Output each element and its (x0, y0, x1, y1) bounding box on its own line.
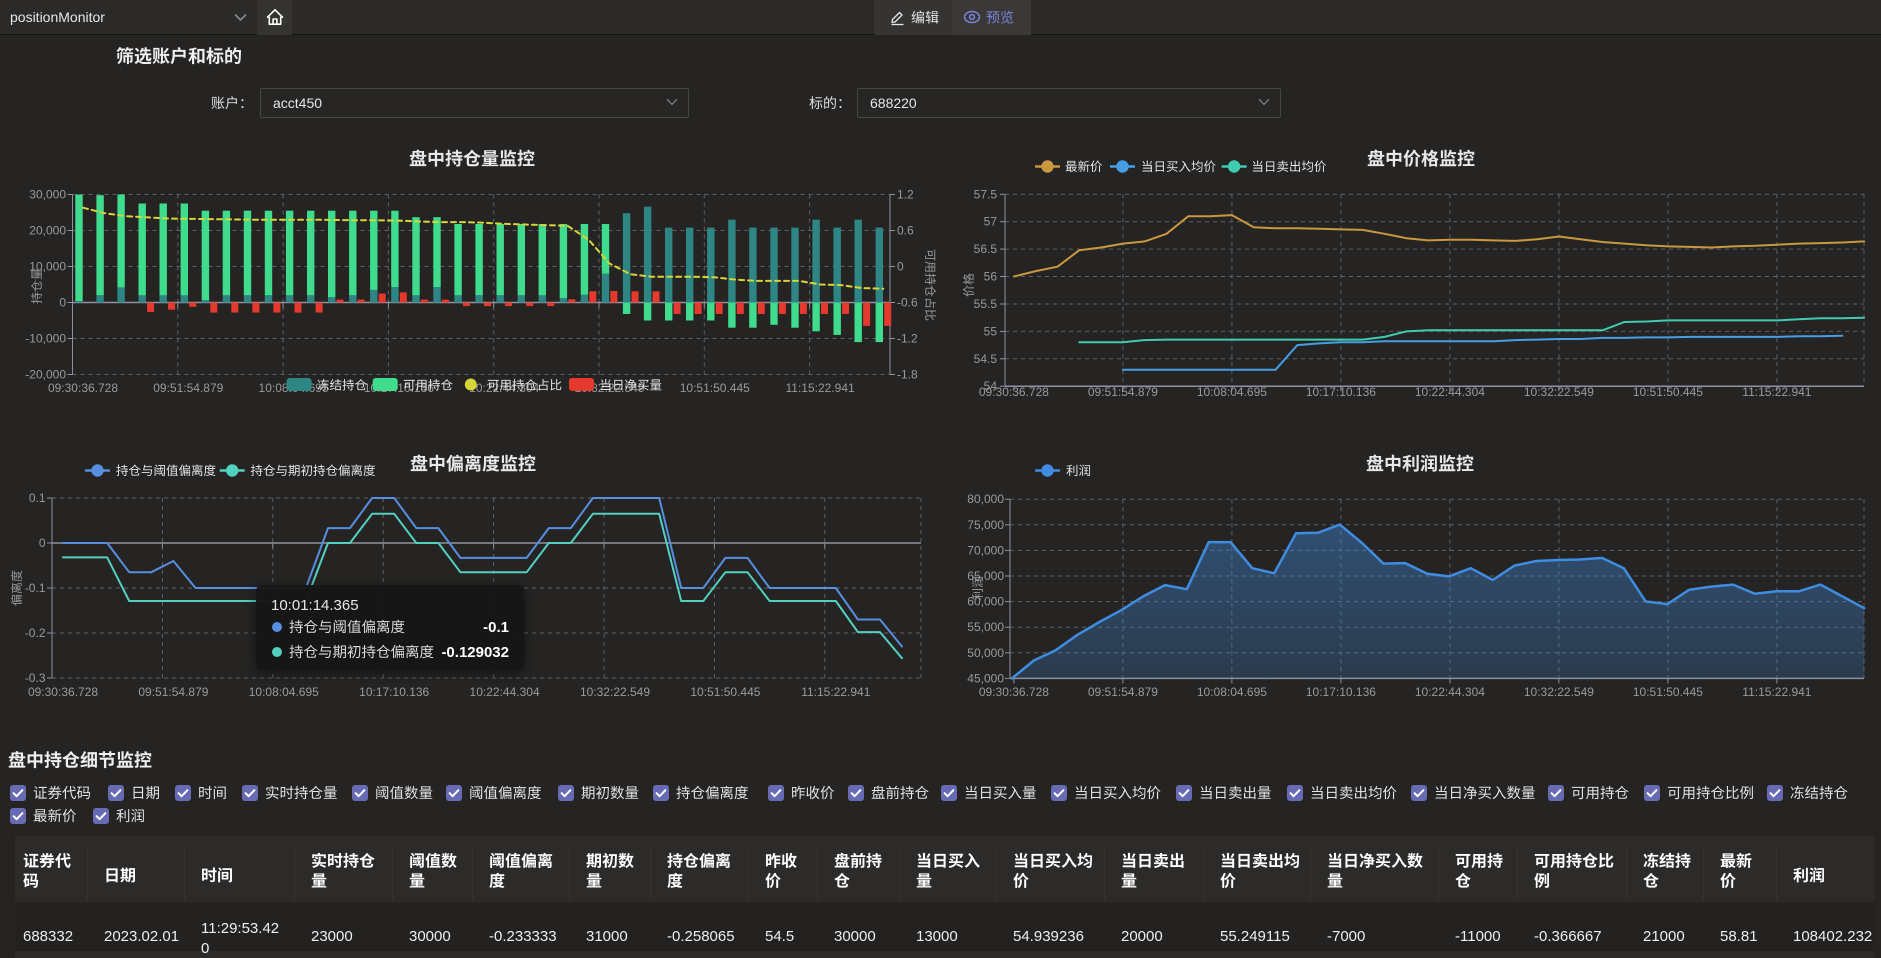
svg-text:56.5: 56.5 (974, 242, 998, 256)
svg-text:10:08:04.695: 10:08:04.695 (1197, 685, 1267, 699)
svg-text:10:08:04.695: 10:08:04.695 (249, 685, 319, 699)
svg-text:11:15:22.941: 11:15:22.941 (1742, 685, 1812, 699)
svg-text:30,000: 30,000 (29, 188, 66, 202)
svg-text:0: 0 (59, 296, 66, 310)
svg-text:-0.1: -0.1 (483, 619, 509, 636)
svg-text:09:30:36.728: 09:30:36.728 (48, 381, 118, 395)
svg-text:10:22:44.304: 10:22:44.304 (470, 685, 540, 699)
svg-text:10:08:04.695: 10:08:04.695 (1197, 385, 1267, 399)
svg-text:45,000: 45,000 (967, 671, 1004, 685)
svg-text:10:51:50.445: 10:51:50.445 (1633, 385, 1703, 399)
svg-text:09:51:54.879: 09:51:54.879 (1088, 385, 1158, 399)
svg-text:70,000: 70,000 (967, 543, 1004, 557)
svg-text:-0.129032: -0.129032 (441, 644, 509, 661)
svg-text:09:30:36.728: 09:30:36.728 (28, 685, 98, 699)
svg-text:11:15:22.941: 11:15:22.941 (801, 685, 871, 699)
svg-text:10:01:14.365: 10:01:14.365 (271, 597, 359, 614)
svg-text:20,000: 20,000 (29, 224, 66, 238)
svg-text:55.5: 55.5 (974, 297, 998, 311)
svg-text:09:51:54.879: 09:51:54.879 (1088, 685, 1158, 699)
svg-text:09:30:36.728: 09:30:36.728 (979, 685, 1049, 699)
svg-text:10:22:44.304: 10:22:44.304 (1415, 385, 1485, 399)
svg-text:-0.3: -0.3 (25, 671, 46, 685)
svg-text:09:30:36.728: 09:30:36.728 (979, 385, 1049, 399)
svg-text:57.5: 57.5 (974, 187, 998, 201)
svg-text:-1.8: -1.8 (897, 368, 918, 382)
svg-text:55,000: 55,000 (967, 620, 1004, 634)
svg-text:0: 0 (39, 536, 46, 550)
svg-text:56: 56 (984, 270, 998, 284)
svg-text:54.5: 54.5 (974, 352, 998, 366)
svg-text:-10,000: -10,000 (25, 332, 66, 346)
svg-text:10:51:50.445: 10:51:50.445 (1633, 685, 1703, 699)
svg-text:10:32:22.549: 10:32:22.549 (1524, 685, 1594, 699)
svg-text:11:15:22.941: 11:15:22.941 (786, 381, 856, 395)
svg-text:-0.6: -0.6 (897, 296, 918, 310)
svg-text:57: 57 (984, 215, 998, 229)
svg-text:50,000: 50,000 (967, 646, 1004, 660)
svg-text:55: 55 (984, 324, 998, 338)
svg-text:09:51:54.879: 09:51:54.879 (153, 381, 223, 395)
svg-text:1.2: 1.2 (897, 188, 914, 202)
svg-text:10:17:10.136: 10:17:10.136 (1306, 385, 1376, 399)
svg-text:10:17:10.136: 10:17:10.136 (1306, 685, 1376, 699)
svg-text:11:15:22.941: 11:15:22.941 (1742, 385, 1812, 399)
svg-text:-0.2: -0.2 (25, 626, 46, 640)
svg-text:75,000: 75,000 (967, 518, 1004, 532)
svg-text:10:22:44.304: 10:22:44.304 (1415, 685, 1485, 699)
svg-text:0: 0 (897, 260, 904, 274)
svg-text:10:17:10.136: 10:17:10.136 (359, 685, 429, 699)
svg-text:10:51:50.445: 10:51:50.445 (680, 381, 750, 395)
svg-text:-0.1: -0.1 (25, 581, 46, 595)
svg-text:-20,000: -20,000 (25, 368, 66, 382)
svg-text:10:32:22.549: 10:32:22.549 (580, 685, 650, 699)
svg-text:-1.2: -1.2 (897, 332, 918, 346)
svg-text:09:51:54.879: 09:51:54.879 (138, 685, 208, 699)
svg-text:10:32:22.549: 10:32:22.549 (1524, 385, 1594, 399)
svg-text:10:51:50.445: 10:51:50.445 (690, 685, 760, 699)
svg-text:80,000: 80,000 (967, 492, 1004, 506)
svg-text:0.6: 0.6 (897, 224, 914, 238)
svg-text:0.1: 0.1 (29, 491, 46, 505)
